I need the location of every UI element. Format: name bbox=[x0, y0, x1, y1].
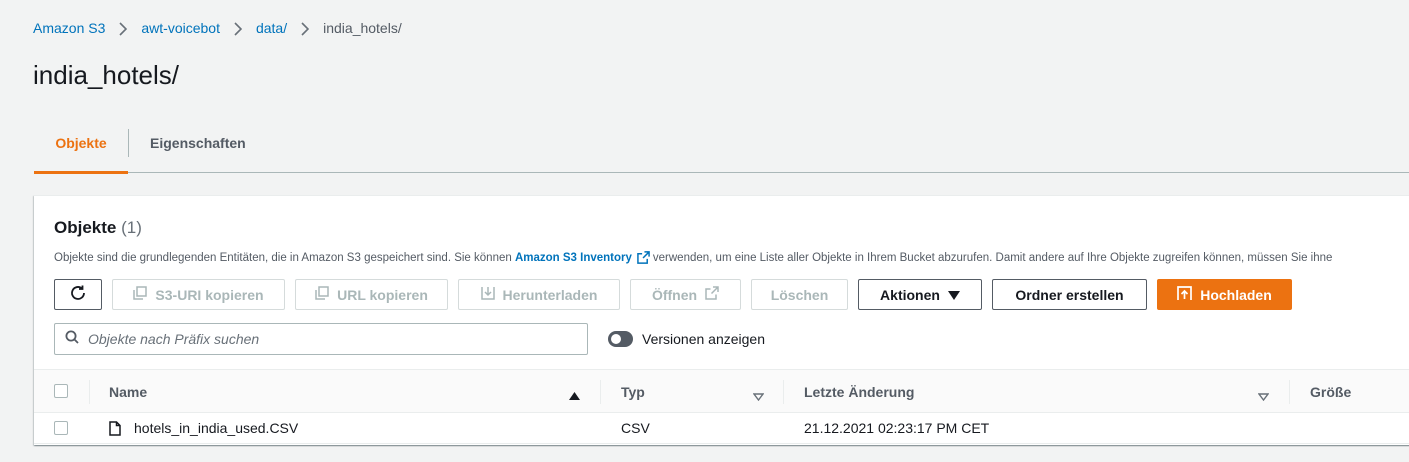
objects-description: Objekte sind die grundlegenden Entitäten… bbox=[54, 251, 1332, 267]
search-icon bbox=[65, 330, 79, 349]
description-text: Objekte sind die grundlegenden Entitäten… bbox=[54, 252, 515, 264]
column-header-size[interactable]: Größe bbox=[1310, 370, 1351, 414]
external-link-icon[interactable] bbox=[637, 251, 650, 267]
tab-divider bbox=[128, 129, 129, 157]
object-name-link[interactable]: hotels_in_india_used.CSV bbox=[134, 413, 298, 444]
tab-objects[interactable]: Objekte bbox=[34, 115, 128, 174]
copy-icon bbox=[315, 286, 329, 303]
actions-label: Aktionen bbox=[880, 286, 940, 303]
copy-icon bbox=[133, 286, 148, 303]
select-all-checkbox[interactable] bbox=[54, 384, 68, 398]
column-header-last-modified[interactable]: Letzte Änderung bbox=[804, 370, 914, 414]
column-divider bbox=[89, 380, 90, 404]
sort-icon[interactable] bbox=[752, 388, 765, 406]
row-checkbox[interactable] bbox=[54, 421, 68, 435]
create-folder-button[interactable]: Ordner erstellen bbox=[992, 279, 1147, 310]
chevron-right-icon bbox=[105, 20, 141, 36]
column-divider bbox=[783, 380, 784, 404]
copy-s3-uri-label: S3-URI kopieren bbox=[155, 286, 264, 303]
objects-panel: Objekte (1) Objekte sind die grundlegend… bbox=[34, 195, 1409, 445]
objects-title: Objekte bbox=[54, 218, 117, 237]
refresh-button[interactable] bbox=[54, 279, 102, 310]
download-label: Herunterladen bbox=[502, 286, 598, 303]
sort-ascending-icon[interactable] bbox=[569, 387, 580, 405]
breadcrumb: Amazon S3 awt-voicebot data/ india_hotel… bbox=[33, 19, 402, 37]
copy-url-label: URL kopieren bbox=[337, 286, 428, 303]
copy-url-button[interactable]: URL kopieren bbox=[295, 279, 448, 310]
upload-icon bbox=[1177, 285, 1193, 304]
chevron-right-icon bbox=[220, 20, 256, 36]
create-folder-label: Ordner erstellen bbox=[1015, 286, 1124, 303]
object-type: CSV bbox=[621, 420, 650, 436]
external-link-icon bbox=[705, 286, 719, 303]
open-button[interactable]: Öffnen bbox=[630, 279, 741, 310]
page-title: india_hotels/ bbox=[33, 60, 179, 90]
show-versions-label: Versionen anzeigen bbox=[642, 331, 765, 347]
actions-dropdown[interactable]: Aktionen bbox=[858, 279, 982, 310]
description-text-continued: verwenden, um eine Liste aller Objekte i… bbox=[652, 252, 1333, 264]
column-divider bbox=[600, 380, 601, 404]
objects-header: Objekte (1) bbox=[54, 218, 142, 238]
file-icon bbox=[109, 421, 121, 441]
column-divider bbox=[1289, 380, 1290, 404]
breadcrumb-amazon-s3[interactable]: Amazon S3 bbox=[33, 20, 105, 36]
delete-label: Löschen bbox=[770, 286, 829, 303]
refresh-icon bbox=[69, 284, 87, 305]
object-last-modified: 21.12.2021 02:23:17 PM CET bbox=[804, 420, 990, 436]
objects-count: (1) bbox=[121, 218, 142, 237]
show-versions-toggle[interactable] bbox=[608, 331, 633, 347]
copy-s3-uri-button[interactable]: S3-URI kopieren bbox=[112, 279, 285, 310]
tab-bar: Objekte Eigenschaften bbox=[34, 115, 1409, 174]
breadcrumb-bucket[interactable]: awt-voicebot bbox=[141, 20, 220, 36]
search-input[interactable] bbox=[88, 331, 568, 347]
table-row: hotels_in_india_used.CSV CSV 21.12.2021 … bbox=[34, 413, 1409, 444]
tab-properties[interactable]: Eigenschaften bbox=[150, 115, 246, 172]
column-header-type[interactable]: Typ bbox=[621, 370, 645, 414]
open-label: Öffnen bbox=[651, 286, 698, 303]
caret-down-icon bbox=[947, 287, 960, 303]
column-header-name[interactable]: Name bbox=[109, 370, 147, 414]
download-button[interactable]: Herunterladen bbox=[458, 279, 620, 310]
upload-label: Hochladen bbox=[1200, 286, 1272, 303]
prefix-search bbox=[54, 323, 588, 355]
upload-button[interactable]: Hochladen bbox=[1157, 279, 1292, 310]
s3-inventory-link[interactable]: Amazon S3 Inventory bbox=[515, 252, 632, 264]
sort-icon[interactable] bbox=[1257, 388, 1270, 406]
chevron-right-icon bbox=[287, 20, 323, 36]
breadcrumb-folder-data[interactable]: data/ bbox=[256, 20, 287, 36]
table-header: Name Typ Letzte Änderung Größe bbox=[34, 369, 1409, 413]
download-icon bbox=[480, 286, 495, 303]
breadcrumb-current: india_hotels/ bbox=[323, 20, 402, 36]
delete-button[interactable]: Löschen bbox=[751, 279, 848, 310]
